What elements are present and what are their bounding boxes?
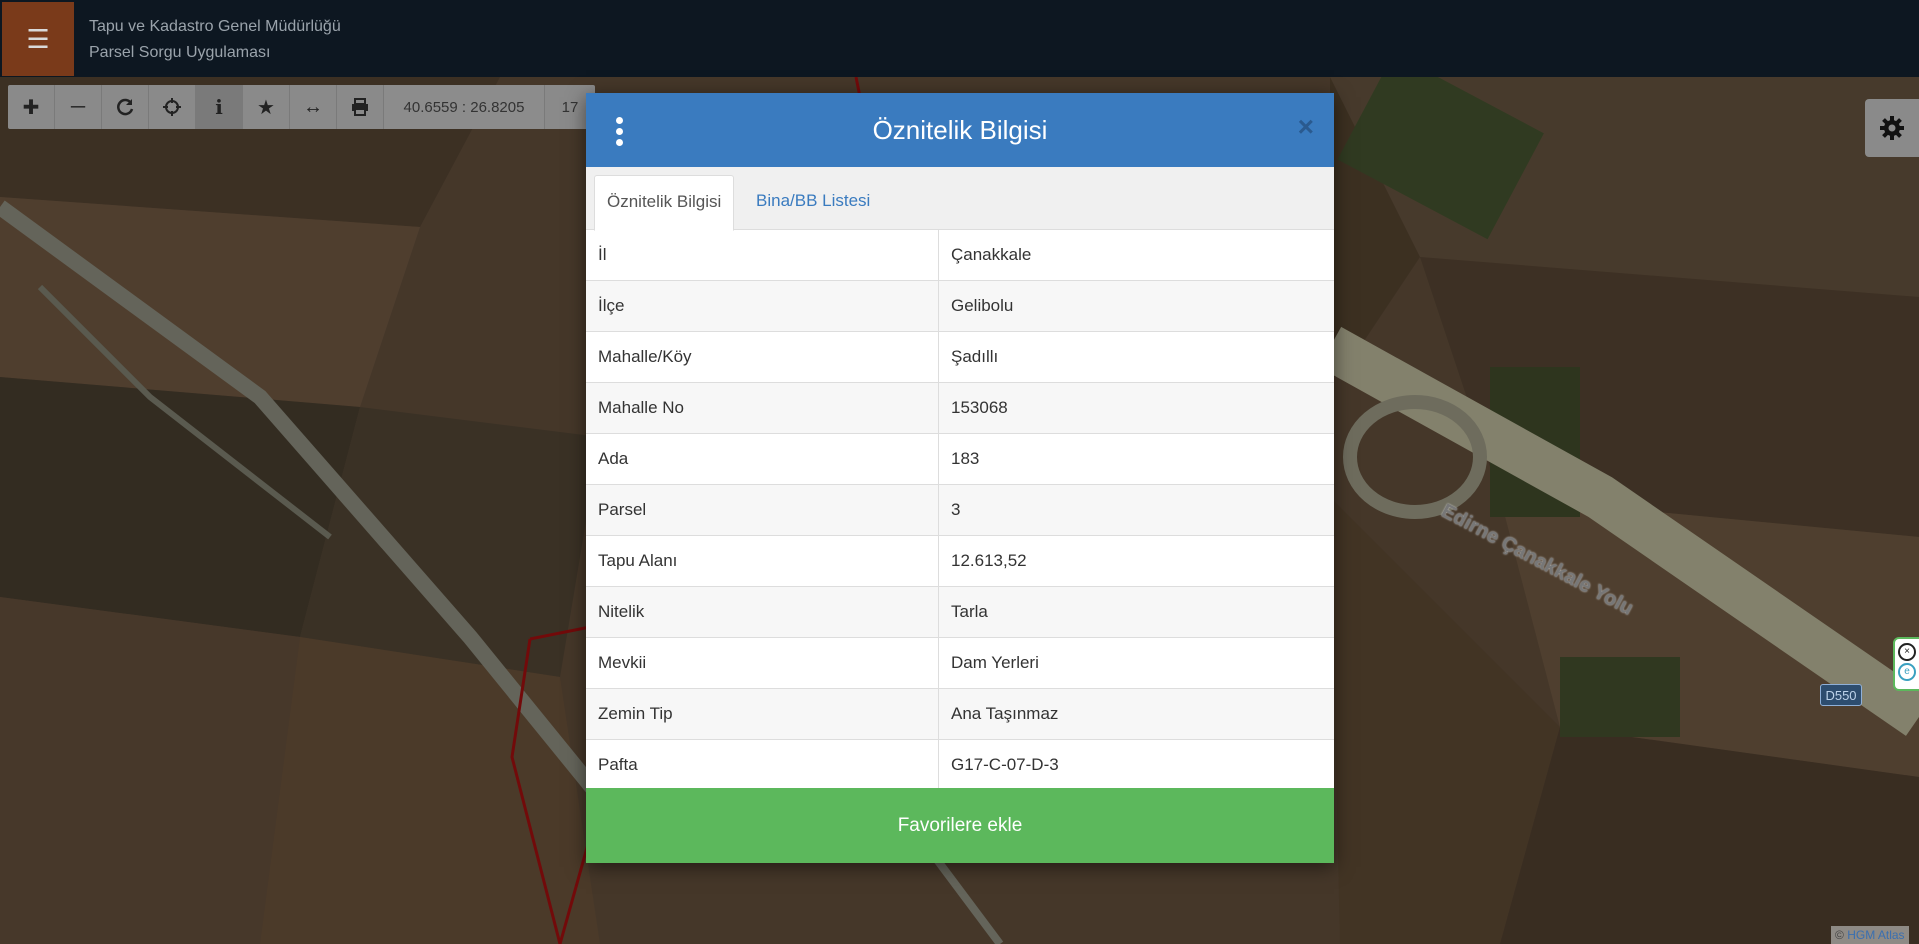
print-icon bbox=[352, 98, 368, 116]
plus-icon: ✚ bbox=[22, 96, 40, 119]
kebab-menu-icon[interactable] bbox=[616, 117, 624, 150]
info-icon: i bbox=[215, 95, 223, 119]
attribute-value: Şadıllı bbox=[938, 331, 1334, 383]
attribute-key: Zemin Tip bbox=[586, 688, 939, 740]
tab-attribute-info[interactable]: Öznitelik Bilgisi bbox=[594, 175, 735, 231]
org-name: Tapu ve Kadastro Genel Müdürlüğü bbox=[89, 18, 341, 35]
locate-button[interactable] bbox=[149, 85, 196, 129]
attribute-value: Dam Yerleri bbox=[938, 637, 1334, 689]
attribute-key: Parsel bbox=[586, 484, 939, 536]
gear-icon bbox=[1880, 116, 1904, 140]
table-row: Mahalle/Köy Şadıllı bbox=[586, 331, 1334, 383]
print-button[interactable] bbox=[337, 85, 384, 129]
attribute-value: G17-C-07-D-3 bbox=[938, 739, 1334, 791]
arrows-horizontal-icon: ↔ bbox=[303, 95, 323, 118]
attribute-key: Mahalle/Köy bbox=[586, 331, 939, 383]
attribute-value: 3 bbox=[938, 484, 1334, 536]
measure-button[interactable]: ↔ bbox=[290, 85, 337, 129]
table-row: Pafta G17-C-07-D-3 bbox=[586, 739, 1334, 791]
attribute-key: Pafta bbox=[586, 739, 939, 791]
attribute-key: Tapu Alanı bbox=[586, 535, 939, 587]
app-name: Parsel Sorgu Uygulaması bbox=[89, 44, 271, 61]
hamburger-icon: ☰ bbox=[26, 23, 50, 54]
zoom-out-button[interactable]: ─ bbox=[55, 85, 102, 129]
table-row: Nitelik Tarla bbox=[586, 586, 1334, 638]
attribute-value: Tarla bbox=[938, 586, 1334, 638]
table-row: Mahalle No 153068 bbox=[586, 382, 1334, 434]
attribute-key: İlçe bbox=[586, 280, 939, 332]
attribute-info-dialog: Öznitelik Bilgisi × Öznitelik Bilgisi Bi… bbox=[586, 93, 1334, 863]
dialog-title: Öznitelik Bilgisi bbox=[872, 114, 1048, 145]
crosshair-icon bbox=[163, 98, 181, 116]
map-toolbar: ✚ ─ i ★ ↔ 40.6559 : 26.8205 17 bbox=[8, 85, 595, 129]
attribute-value: Gelibolu bbox=[938, 280, 1334, 332]
settings-button[interactable] bbox=[1865, 99, 1919, 157]
hamburger-menu-button[interactable]: ☰ bbox=[2, 2, 74, 76]
table-row: İlçe Gelibolu bbox=[586, 280, 1334, 332]
extension-icon[interactable]: e bbox=[1898, 663, 1916, 681]
attribute-table: İl Çanakkale İlçe Gelibolu Mahalle/Köy Şadıll… bbox=[586, 230, 1334, 791]
refresh-button[interactable] bbox=[102, 85, 149, 129]
star-icon: ★ bbox=[257, 96, 275, 119]
side-widget[interactable]: × e bbox=[1893, 637, 1919, 691]
table-row: Zemin Tip Ana Taşınmaz bbox=[586, 688, 1334, 740]
favorites-button[interactable]: ★ bbox=[243, 85, 290, 129]
attribute-key: Ada bbox=[586, 433, 939, 485]
attribute-key: Mahalle No bbox=[586, 382, 939, 434]
table-row: Ada 183 bbox=[586, 433, 1334, 485]
app-title: Tapu ve Kadastro Genel Müdürlüğü Parsel … bbox=[89, 14, 341, 66]
attribution-link[interactable]: HGM Atlas bbox=[1847, 928, 1904, 942]
zoom-in-button[interactable]: ✚ bbox=[8, 85, 55, 129]
attribute-value: Ana Taşınmaz bbox=[938, 688, 1334, 740]
road-sign: D550 bbox=[1820, 684, 1862, 706]
minus-icon: ─ bbox=[70, 95, 86, 118]
attribute-value: 12.613,52 bbox=[938, 535, 1334, 587]
dialog-header: Öznitelik Bilgisi × bbox=[586, 93, 1334, 167]
tab-building-list[interactable]: Bina/BB Listesi bbox=[744, 175, 882, 229]
table-row: Parsel 3 bbox=[586, 484, 1334, 536]
table-row: Tapu Alanı 12.613,52 bbox=[586, 535, 1334, 587]
table-row: İl Çanakkale bbox=[586, 230, 1334, 281]
close-circle-icon[interactable]: × bbox=[1898, 643, 1916, 661]
coordinate-readout: 40.6559 : 26.8205 bbox=[384, 85, 545, 129]
attribution-prefix: © bbox=[1835, 928, 1844, 942]
attribute-key: Nitelik bbox=[586, 586, 939, 638]
attribute-value: 153068 bbox=[938, 382, 1334, 434]
attribute-key: İl bbox=[586, 230, 939, 281]
attribute-value: 183 bbox=[938, 433, 1334, 485]
table-row: Mevkii Dam Yerleri bbox=[586, 637, 1334, 689]
add-to-favorites-button[interactable]: Favorilere ekle bbox=[586, 788, 1334, 863]
map-attribution: © HGM Atlas bbox=[1831, 926, 1909, 944]
dialog-tabs: Öznitelik Bilgisi Bina/BB Listesi bbox=[586, 167, 1334, 231]
info-button[interactable]: i bbox=[196, 85, 243, 129]
app-header: ☰ Tapu ve Kadastro Genel Müdürlüğü Parse… bbox=[0, 0, 1919, 78]
attribute-key: Mevkii bbox=[586, 637, 939, 689]
attribute-value: Çanakkale bbox=[938, 230, 1334, 281]
refresh-icon bbox=[117, 98, 134, 116]
close-icon[interactable]: × bbox=[1298, 111, 1314, 143]
